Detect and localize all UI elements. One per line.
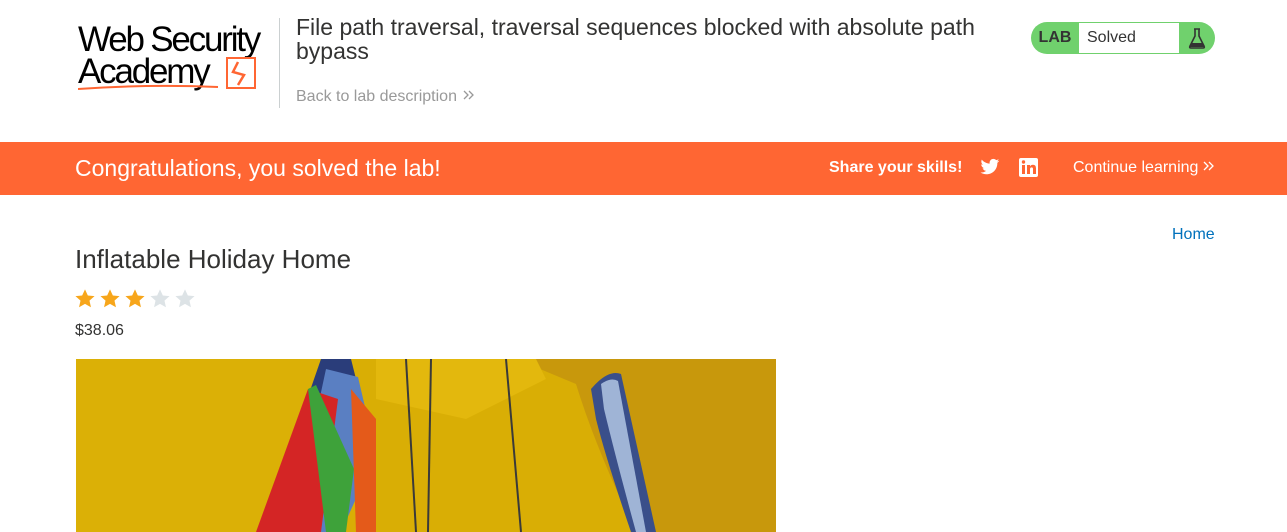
continue-learning-label: Continue learning [1073,159,1199,176]
chevron-right-icon [1203,159,1215,176]
twitter-icon[interactable] [980,158,1000,178]
lab-badge: LAB [1038,29,1072,46]
star-empty-icon [150,289,170,308]
congratulations-message: Congratulations, you solved the lab! [75,155,441,181]
star-empty-icon [175,289,195,308]
logo-mark-icon [78,57,256,90]
continue-learning-link[interactable]: Continue learning [1073,159,1215,177]
flask-icon [1179,22,1215,54]
back-link-label: Back to lab description [296,88,457,105]
share-skills-label: Share your skills! [829,159,963,176]
product-title: Inflatable Holiday Home [75,244,352,274]
header-divider [279,18,280,108]
header: Web Security Academy File path traversal… [0,0,1287,142]
star-filled-icon [75,289,95,308]
back-to-lab-description-link[interactable]: Back to lab description [296,88,475,106]
star-filled-icon [125,289,145,308]
solved-banner: Congratulations, you solved the lab! Sha… [0,142,1287,195]
web-security-academy-logo[interactable]: Web Security Academy [78,20,278,95]
product-image [76,359,776,532]
home-link[interactable]: Home [1172,226,1215,244]
lab-title: File path traversal, traversal sequences… [296,14,975,64]
double-chevron-right-icon [463,88,475,106]
product-price: $38.06 [75,322,124,339]
lab-state: Solved [1079,23,1179,53]
lab-status-widget: LAB Solved [1031,22,1215,54]
linkedin-icon[interactable] [1019,158,1039,178]
star-filled-icon [100,289,120,308]
